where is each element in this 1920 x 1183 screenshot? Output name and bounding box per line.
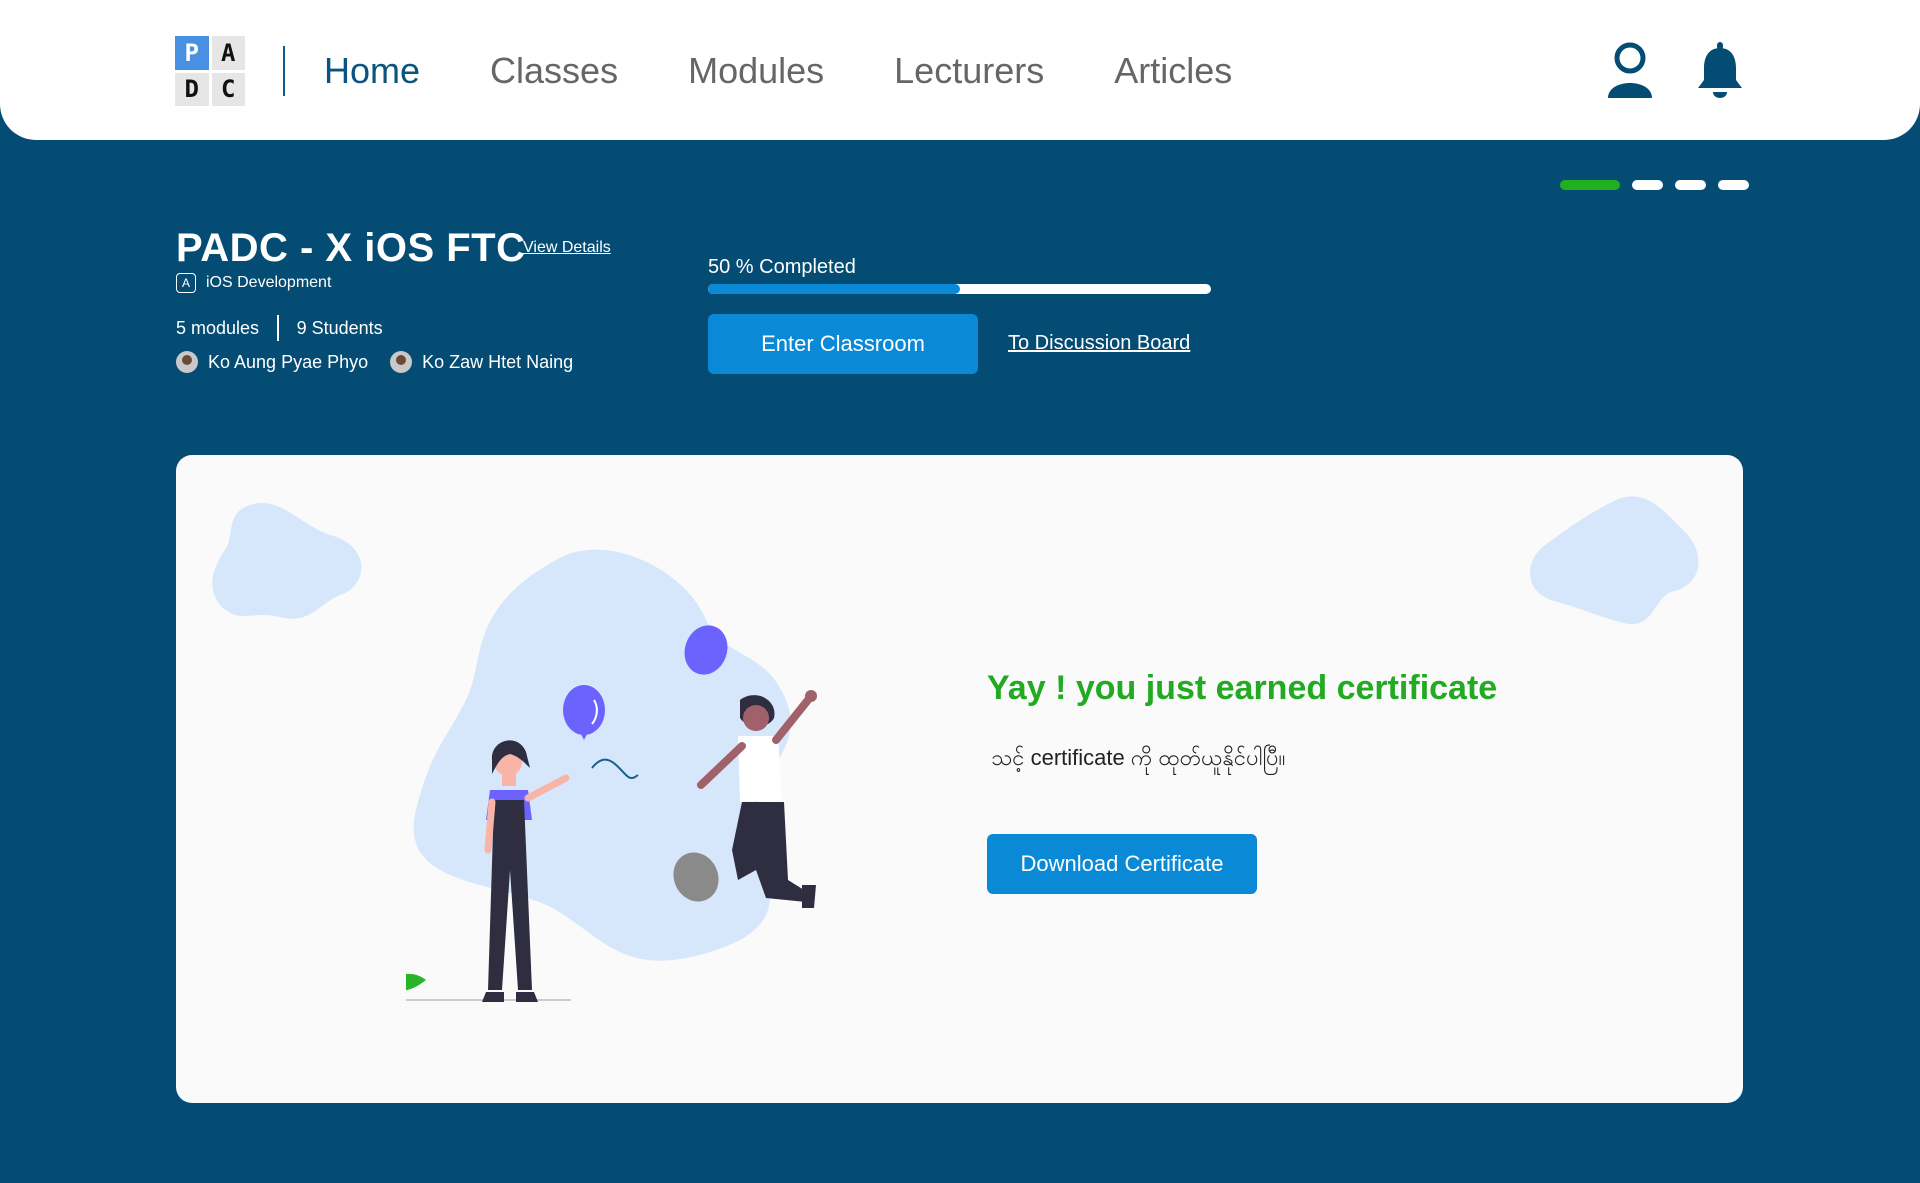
progress-fill (708, 284, 960, 294)
carousel-dot[interactable] (1560, 180, 1620, 190)
class-category: A iOS Development (176, 273, 331, 293)
nav-item-classes[interactable]: Classes (490, 48, 618, 94)
students-count: 9 Students (296, 317, 383, 338)
lecturer-name: Ko Aung Pyae Phyo (208, 351, 369, 372)
avatar (176, 351, 198, 373)
class-title: PADC - X iOS FTC (176, 226, 526, 270)
certificate-subtitle: သင့် certificate ကို ထုတ်ယူနိုင်ပါပြီ။ (991, 745, 1286, 770)
bell-icon[interactable] (1692, 40, 1748, 100)
logo-divider (283, 46, 285, 96)
lecturer-list: Ko Aung Pyae Phyo Ko Zaw Htet Naing (176, 351, 573, 373)
carousel-dot[interactable] (1675, 180, 1706, 190)
avatar (390, 351, 413, 373)
padc-logo[interactable]: P A D C (175, 36, 245, 106)
progress-label: 50 % Completed (708, 256, 856, 278)
lecturer-item[interactable]: Ko Aung Pyae Phyo (176, 351, 368, 373)
certificate-card: Yay ! you just earned certificate သင့် c… (176, 455, 1743, 1103)
certificate-title: Yay ! you just earned certificate (987, 669, 1498, 707)
logo-letter: C (211, 72, 245, 106)
app-store-icon: A (176, 273, 196, 293)
carousel-dot[interactable] (1632, 180, 1663, 190)
decorative-blob (1530, 496, 1699, 625)
enter-classroom-button[interactable]: Enter Classroom (708, 314, 978, 374)
stats-divider (277, 315, 279, 341)
nav-item-lecturers[interactable]: Lecturers (894, 48, 1044, 94)
progress-bar (708, 284, 1211, 294)
lecturer-item[interactable]: Ko Zaw Htet Naing (390, 351, 573, 373)
logo-letter: P (175, 36, 209, 70)
nav-item-articles[interactable]: Articles (1114, 48, 1232, 94)
decorative-blob (212, 502, 362, 619)
view-details-link[interactable]: View Details (523, 239, 611, 257)
nav-item-home[interactable]: Home (324, 48, 420, 94)
carousel-dot[interactable] (1718, 180, 1749, 190)
logo-letter: D (175, 72, 209, 106)
celebration-illustration (406, 549, 817, 1002)
carousel-indicators (1560, 180, 1749, 190)
top-navbar: P A D C Home Classes Modules Lecturers A… (0, 0, 1920, 140)
main-nav: Home Classes Modules Lecturers Articles (324, 48, 1232, 94)
lecturer-name: Ko Zaw Htet Naing (422, 351, 574, 372)
nav-item-modules[interactable]: Modules (688, 48, 824, 94)
category-label: iOS Development (206, 274, 332, 291)
discussion-board-link[interactable]: To Discussion Board (1008, 332, 1190, 355)
logo-letter: A (211, 36, 245, 70)
class-stats: 5 modules 9 Students (176, 315, 383, 341)
modules-count: 5 modules (176, 317, 260, 338)
user-icon[interactable] (1602, 40, 1658, 100)
download-certificate-button[interactable]: Download Certificate (987, 834, 1257, 894)
